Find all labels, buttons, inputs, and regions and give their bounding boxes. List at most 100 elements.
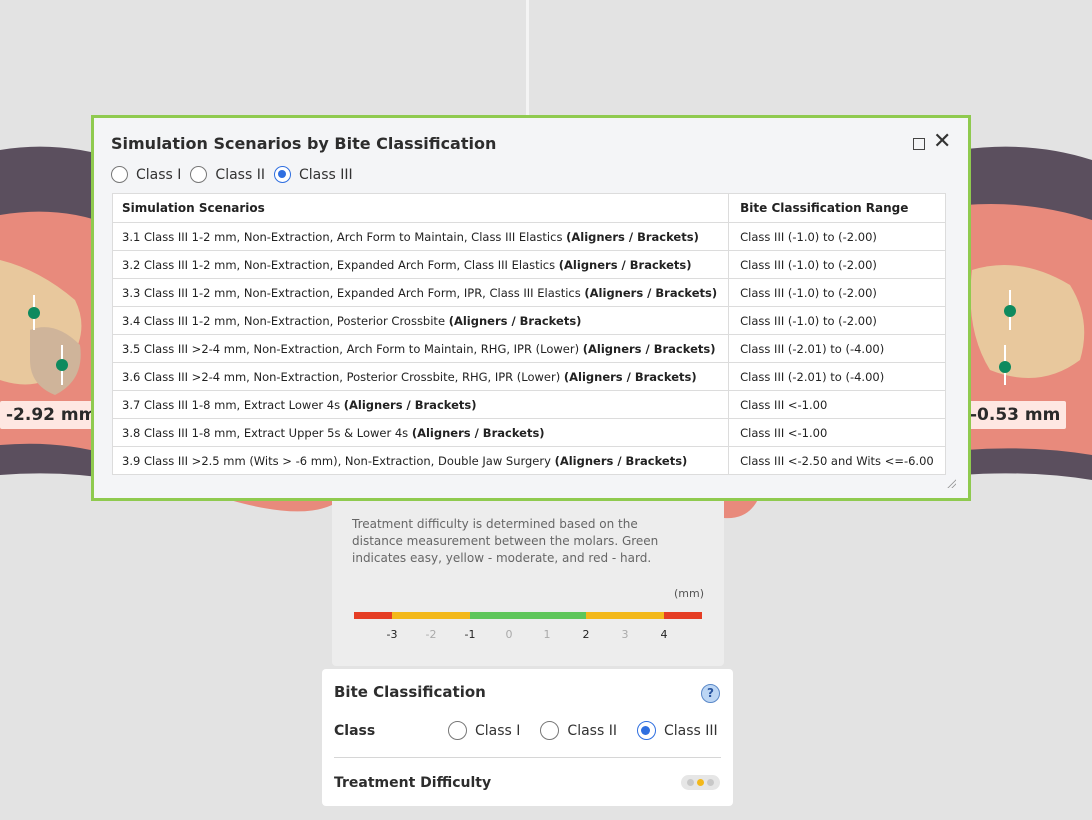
scenario-tag: (Aligners / Brackets) xyxy=(448,313,582,328)
difficulty-dot-hard xyxy=(707,779,714,786)
tick-label: 1 xyxy=(543,628,551,641)
table-row[interactable]: 3.2 Class III 1-2 mm, Non-Extraction, Ex… xyxy=(111,250,946,279)
range-cell: Class III (-1.0) to (-2.00) xyxy=(728,278,946,307)
radio-icon-selected[interactable] xyxy=(273,166,291,183)
table-row[interactable]: 3.5 Class III >2-4 mm, Non-Extraction, A… xyxy=(111,334,946,363)
scale-unit: (mm) xyxy=(674,587,705,600)
range-cell: Class III <-2.50 and Wits <=-6.00 xyxy=(728,446,946,475)
column-header-range: Bite Classification Range xyxy=(728,193,946,223)
radio-label: Class II xyxy=(215,166,265,183)
divider xyxy=(334,757,721,758)
radio-icon[interactable] xyxy=(190,166,208,183)
scenario-tag: (Aligners / Brackets) xyxy=(554,453,688,468)
scenario-tag: (Aligners / Brackets) xyxy=(582,341,716,356)
scenario-text: 3.9 Class III >2.5 mm (Wits > -6 mm), No… xyxy=(122,453,551,468)
tick-label: -3 xyxy=(386,628,398,641)
scenario-tag: (Aligners / Brackets) xyxy=(343,397,477,412)
tick-label: -2 xyxy=(425,628,437,641)
difficulty-dot-easy xyxy=(687,779,694,786)
scenario-text: 3.7 Class III 1-8 mm, Extract Lower 4s xyxy=(122,397,341,412)
difficulty-indicator xyxy=(681,775,720,790)
scenario-text: 3.1 Class III 1-2 mm, Non-Extraction, Ar… xyxy=(122,229,563,244)
difficulty-info-panel: Treatment difficulty is determined based… xyxy=(332,494,724,666)
radio-icon-selected[interactable] xyxy=(636,721,656,740)
range-cell: Class III (-1.0) to (-2.00) xyxy=(728,306,946,335)
table-row[interactable]: 3.1 Class III 1-2 mm, Non-Extraction, Ar… xyxy=(111,222,946,251)
right-molar-distance: -0.53 mm xyxy=(964,401,1067,429)
scenario-cell: 3.5 Class III >2-4 mm, Non-Extraction, A… xyxy=(111,334,730,363)
maximize-icon[interactable] xyxy=(913,138,925,150)
resize-grip-icon[interactable] xyxy=(946,478,956,488)
range-cell: Class III (-2.01) to (-4.00) xyxy=(728,334,946,363)
scenario-text: 3.4 Class III 1-2 mm, Non-Extraction, Po… xyxy=(122,313,446,328)
scenario-text: 3.3 Class III 1-2 mm, Non-Extraction, Ex… xyxy=(122,285,581,300)
scenario-text: 3.2 Class III 1-2 mm, Non-Extraction, Ex… xyxy=(122,257,556,272)
difficulty-description: Treatment difficulty is determined based… xyxy=(352,517,659,565)
bite-classification-panel: Bite Classification ? Class Class I Clas… xyxy=(322,669,733,806)
scenario-cell: 3.4 Class III 1-2 mm, Non-Extraction, Po… xyxy=(111,306,730,335)
scenario-cell: 3.9 Class III >2.5 mm (Wits > -6 mm), No… xyxy=(111,446,730,475)
bite-radio-class-i[interactable]: Class I xyxy=(448,721,520,740)
scenario-text: 3.6 Class III >2-4 mm, Non-Extraction, P… xyxy=(122,369,561,384)
table-header-row: Simulation Scenarios Bite Classification… xyxy=(111,193,946,223)
tick-label: 2 xyxy=(582,628,590,641)
scenario-cell: 3.7 Class III 1-8 mm, Extract Lower 4s (… xyxy=(111,390,730,419)
dialog-radio-class-iii[interactable]: Class III xyxy=(273,166,353,183)
class-label: Class xyxy=(334,723,376,739)
range-cell: Class III (-1.0) to (-2.00) xyxy=(728,222,946,251)
scenario-cell: 3.3 Class III 1-2 mm, Non-Extraction, Ex… xyxy=(111,278,730,307)
dialog-radio-class-ii[interactable]: Class II xyxy=(190,166,265,183)
table-row[interactable]: 3.4 Class III 1-2 mm, Non-Extraction, Po… xyxy=(111,306,946,335)
scenario-tag: (Aligners / Brackets) xyxy=(558,257,692,272)
scenario-cell: 3.2 Class III 1-2 mm, Non-Extraction, Ex… xyxy=(111,250,730,279)
table-row[interactable]: 3.9 Class III >2.5 mm (Wits > -6 mm), No… xyxy=(111,446,946,475)
table-row[interactable]: 3.6 Class III >2-4 mm, Non-Extraction, P… xyxy=(111,362,946,391)
scenario-cell: 3.1 Class III 1-2 mm, Non-Extraction, Ar… xyxy=(111,222,730,251)
close-icon[interactable]: ✕ xyxy=(933,131,951,153)
left-upper-molar-marker xyxy=(28,307,40,319)
tick-label: 3 xyxy=(621,628,629,641)
scale-tick-labels: -3 -2 -1 0 1 2 3 4 xyxy=(354,628,702,642)
scenario-tag: (Aligners / Brackets) xyxy=(584,285,718,300)
dialog-class-radio-group: Class I Class II Class III xyxy=(111,166,355,183)
simulation-scenarios-dialog: Simulation Scenarios by Bite Classificat… xyxy=(91,115,971,501)
range-cell: Class III (-2.01) to (-4.00) xyxy=(728,362,946,391)
tick-label: 4 xyxy=(660,628,668,641)
scenario-text: 3.8 Class III 1-8 mm, Extract Upper 5s &… xyxy=(122,425,409,440)
tick-label: 0 xyxy=(505,628,513,641)
radio-icon[interactable] xyxy=(111,166,128,183)
table-row[interactable]: 3.7 Class III 1-8 mm, Extract Lower 4s (… xyxy=(111,390,946,419)
help-icon[interactable]: ? xyxy=(701,684,720,703)
scenario-tag: (Aligners / Brackets) xyxy=(563,369,697,384)
treatment-difficulty-label: Treatment Difficulty xyxy=(334,775,492,791)
bite-radio-class-ii[interactable]: Class II xyxy=(540,721,617,740)
radio-label: Class III xyxy=(663,722,718,739)
dialog-title: Simulation Scenarios by Bite Classificat… xyxy=(111,134,497,153)
radio-label: Class II xyxy=(567,722,617,739)
scenario-cell: 3.8 Class III 1-8 mm, Extract Upper 5s &… xyxy=(111,418,730,447)
bite-class-radio-group: Class I Class II Class III xyxy=(448,721,720,740)
scenarios-table: Simulation Scenarios Bite Classification… xyxy=(111,193,946,475)
table-row[interactable]: 3.8 Class III 1-8 mm, Extract Upper 5s &… xyxy=(111,418,946,447)
difficulty-color-scale xyxy=(354,612,702,619)
right-lower-molar-marker xyxy=(999,361,1011,373)
bite-radio-class-iii[interactable]: Class III xyxy=(636,721,718,740)
bite-panel-title: Bite Classification xyxy=(334,683,486,701)
radio-label: Class III xyxy=(298,166,353,183)
radio-label: Class I xyxy=(136,166,182,183)
range-cell: Class III <-1.00 xyxy=(728,418,946,447)
radio-label: Class I xyxy=(475,722,521,739)
dialog-radio-class-i[interactable]: Class I xyxy=(111,166,181,183)
scenario-tag: (Aligners / Brackets) xyxy=(411,425,545,440)
center-guide-line xyxy=(526,0,529,120)
scenario-text: 3.5 Class III >2-4 mm, Non-Extraction, A… xyxy=(122,341,580,356)
range-cell: Class III <-1.00 xyxy=(728,390,946,419)
table-row[interactable]: 3.3 Class III 1-2 mm, Non-Extraction, Ex… xyxy=(111,278,946,307)
left-lower-molar-marker xyxy=(56,359,68,371)
right-upper-molar-marker xyxy=(1004,305,1016,317)
column-header-scenarios: Simulation Scenarios xyxy=(111,193,730,223)
scenario-cell: 3.6 Class III >2-4 mm, Non-Extraction, P… xyxy=(111,362,730,391)
radio-icon[interactable] xyxy=(448,721,467,740)
difficulty-dot-moderate xyxy=(697,779,704,786)
radio-icon[interactable] xyxy=(540,721,560,740)
